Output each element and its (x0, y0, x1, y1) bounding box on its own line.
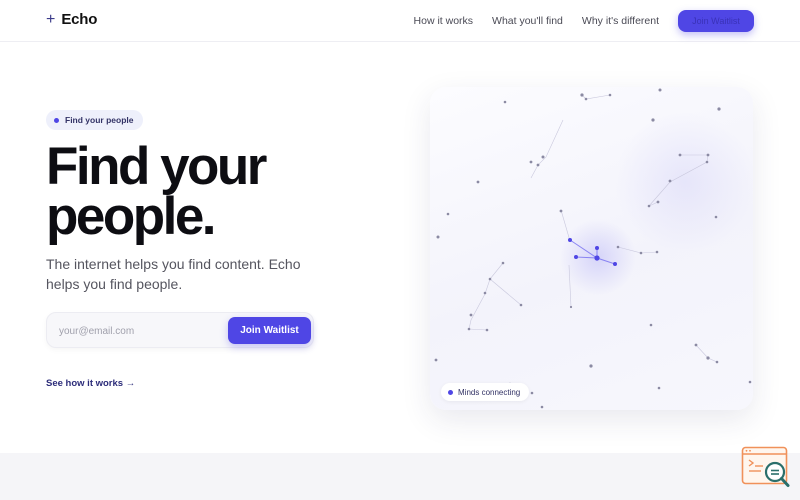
nav-links: How it works What you'll find Why it's d… (414, 15, 659, 27)
badge-dot-icon (54, 117, 59, 123)
logo-text: Echo (61, 11, 98, 28)
nav-join-waitlist-button[interactable]: Join Waitlist (678, 10, 754, 32)
card-badge: Minds connecting (441, 383, 530, 401)
next-section-band (0, 453, 800, 500)
hero-badge: Find your people (46, 110, 144, 130)
nav-link-why-different[interactable]: Why it's different (582, 15, 659, 27)
hero-headline: Find your people. (46, 140, 366, 243)
see-how-it-works-link[interactable]: See how it works → (46, 378, 135, 389)
plus-icon: + (46, 10, 56, 28)
logo[interactable]: + Echo (46, 11, 97, 28)
network-visualization (434, 88, 753, 409)
nav-link-how-it-works[interactable]: How it works (414, 15, 474, 27)
network-card: Minds connecting (430, 87, 753, 410)
waitlist-form: Join Waitlist (46, 312, 314, 348)
email-input[interactable] (59, 322, 219, 340)
search-code-icon[interactable] (741, 446, 791, 488)
headline-line-2: people. (46, 187, 217, 246)
top-nav: + Echo How it works What you'll find Why… (0, 0, 800, 42)
card-badge-dot-icon (448, 389, 453, 395)
card-badge-text: Minds connecting (458, 387, 521, 397)
hero-badge-text: Find your people (65, 115, 134, 125)
nav-link-what-youll-find[interactable]: What you'll find (492, 15, 563, 27)
hero-subtitle: The internet helps you find content. Ech… (46, 256, 301, 292)
join-waitlist-button[interactable]: Join Waitlist (228, 317, 311, 344)
